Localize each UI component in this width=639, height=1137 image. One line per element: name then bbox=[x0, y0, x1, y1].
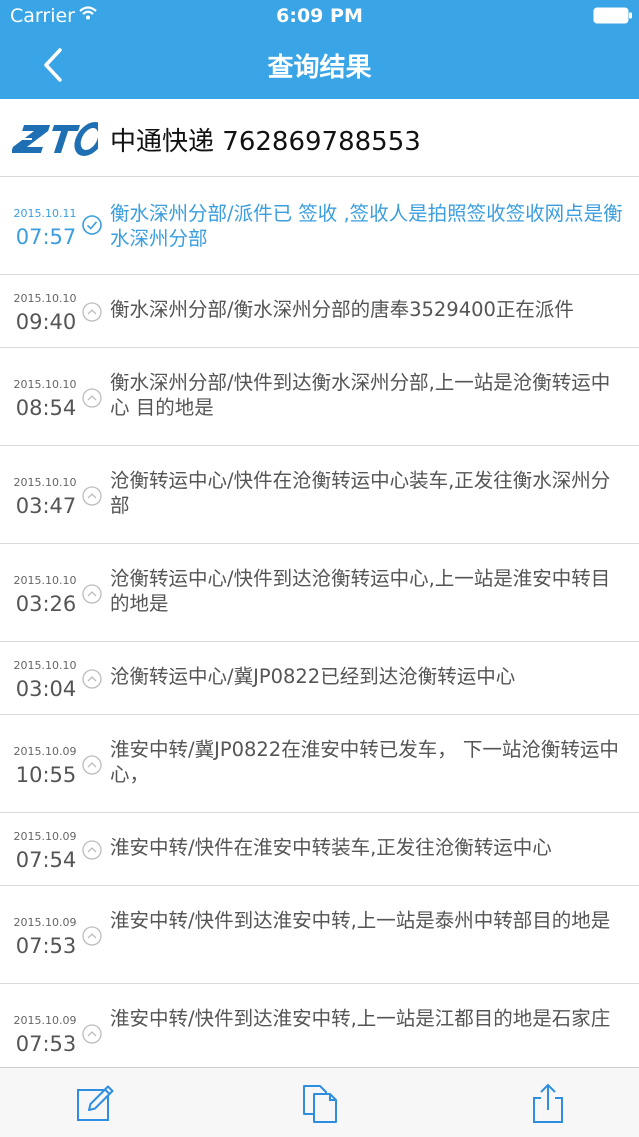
event-text: 沧衡转运中心/冀JP0822已经到达沧衡转运中心 bbox=[110, 665, 516, 688]
page-title: 查询结果 bbox=[267, 53, 372, 83]
chevron-up-circle-icon bbox=[82, 926, 102, 946]
event-text: 淮安中转/快件到达淮安中转,上一站是江都目的地是石家庄 bbox=[110, 1007, 611, 1030]
event-date: 2015.10.11 bbox=[13, 207, 77, 220]
chevron-up-circle-icon bbox=[82, 388, 102, 408]
tracking-event: 2015.10.10 08:54 衡水深州分部/快件到达衡水深州分部,上一站是沧… bbox=[0, 348, 639, 446]
event-text: 沧衡转运中心/快件在沧衡转运中心装车,正发往衡水深州分部 bbox=[110, 469, 611, 517]
event-time: 07:54 bbox=[15, 848, 77, 872]
tracking-event: 2015.10.10 09:40 衡水深州分部/衡水深州分部的唐奉3529400… bbox=[0, 275, 639, 348]
event-text: 淮安中转/快件在淮安中转装车,正发往沧衡转运中心 bbox=[110, 836, 552, 859]
check-circle-icon bbox=[82, 215, 102, 235]
event-time: 07:53 bbox=[15, 934, 77, 958]
company-name: 中通快递 bbox=[110, 127, 215, 157]
tracking-event: 2015.10.09 07:54 淮安中转/快件在淮安中转装车,正发往沧衡转运中… bbox=[0, 813, 639, 886]
tracking-timeline[interactable]: 2015.10.11 07:57 衡水深州分部/派件已 签收 ,签收人是拍照签收… bbox=[0, 177, 639, 1067]
event-text: 淮安中转/快件到达淮安中转,上一站是泰州中转部目的地是 bbox=[110, 909, 611, 932]
chevron-up-circle-icon bbox=[82, 1024, 102, 1044]
tracking-event: 2015.10.10 03:47 沧衡转运中心/快件在沧衡转运中心装车,正发往衡… bbox=[0, 446, 639, 544]
share-icon[interactable] bbox=[528, 1082, 568, 1124]
event-date: 2015.10.09 bbox=[13, 916, 77, 929]
event-date: 2015.10.10 bbox=[13, 574, 77, 587]
battery-icon bbox=[593, 7, 632, 24]
event-time: 07:53 bbox=[15, 1032, 77, 1056]
event-text: 沧衡转运中心/快件到达沧衡转运中心,上一站是淮安中转目的地是 bbox=[110, 567, 611, 615]
zto-logo bbox=[12, 122, 98, 156]
event-date: 2015.10.09 bbox=[13, 1014, 77, 1027]
event-text: 衡水深州分部/快件到达衡水深州分部,上一站是沧衡转运中心 目的地是 bbox=[110, 371, 611, 419]
event-time: 07:57 bbox=[15, 225, 77, 249]
event-date: 2015.10.09 bbox=[13, 745, 77, 758]
status-time: 6:09 PM bbox=[276, 5, 363, 27]
status-bar: Carrier 6:09 PM bbox=[0, 0, 639, 32]
chevron-up-circle-icon bbox=[82, 486, 102, 506]
event-date: 2015.10.09 bbox=[13, 830, 77, 843]
event-time: 08:54 bbox=[15, 396, 77, 420]
courier-title: 中通快递 762869788553 bbox=[110, 121, 421, 158]
event-time: 09:40 bbox=[15, 310, 77, 334]
chevron-up-circle-icon bbox=[82, 302, 102, 322]
tracking-number: 762869788553 bbox=[222, 127, 421, 157]
event-date: 2015.10.10 bbox=[13, 292, 77, 305]
bottom-toolbar bbox=[0, 1067, 639, 1137]
tracking-event: 2015.10.11 07:57 衡水深州分部/派件已 签收 ,签收人是拍照签收… bbox=[0, 177, 639, 275]
chevron-up-circle-icon bbox=[82, 584, 102, 604]
tracking-event: 2015.10.09 10:55 淮安中转/冀JP0822在淮安中转已发车， 下… bbox=[0, 715, 639, 813]
chevron-up-circle-icon bbox=[82, 669, 102, 689]
courier-header: 中通快递 762869788553 bbox=[0, 99, 639, 177]
event-time: 03:26 bbox=[15, 592, 77, 616]
event-time: 03:04 bbox=[15, 677, 77, 701]
event-text: 衡水深州分部/衡水深州分部的唐奉3529400正在派件 bbox=[110, 298, 574, 321]
event-date: 2015.10.10 bbox=[13, 476, 77, 489]
tracking-event: 2015.10.10 03:26 沧衡转运中心/快件到达沧衡转运中心,上一站是淮… bbox=[0, 544, 639, 642]
event-time: 10:55 bbox=[15, 763, 77, 787]
chevron-up-circle-icon bbox=[82, 755, 102, 775]
event-text: 淮安中转/冀JP0822在淮安中转已发车， 下一站沧衡转运中心， bbox=[110, 738, 619, 786]
event-time: 03:47 bbox=[15, 494, 77, 518]
navigation-bar: Carrier 6:09 PM 查询结果 bbox=[0, 0, 639, 99]
event-date: 2015.10.10 bbox=[13, 659, 77, 672]
compose-icon[interactable] bbox=[75, 1082, 115, 1124]
tracking-event: 2015.10.09 07:53 淮安中转/快件到达淮安中转,上一站是泰州中转部… bbox=[0, 886, 639, 984]
copy-icon[interactable] bbox=[300, 1082, 340, 1124]
event-date: 2015.10.10 bbox=[13, 378, 77, 391]
event-text: 衡水深州分部/派件已 签收 ,签收人是拍照签收签收网点是衡水深州分部 bbox=[110, 202, 623, 250]
tracking-event: 2015.10.09 07:53 淮安中转/快件到达淮安中转,上一站是江都目的地… bbox=[0, 984, 639, 1067]
chevron-up-circle-icon bbox=[82, 840, 102, 860]
tracking-event: 2015.10.10 03:04 沧衡转运中心/冀JP0822已经到达沧衡转运中… bbox=[0, 642, 639, 715]
